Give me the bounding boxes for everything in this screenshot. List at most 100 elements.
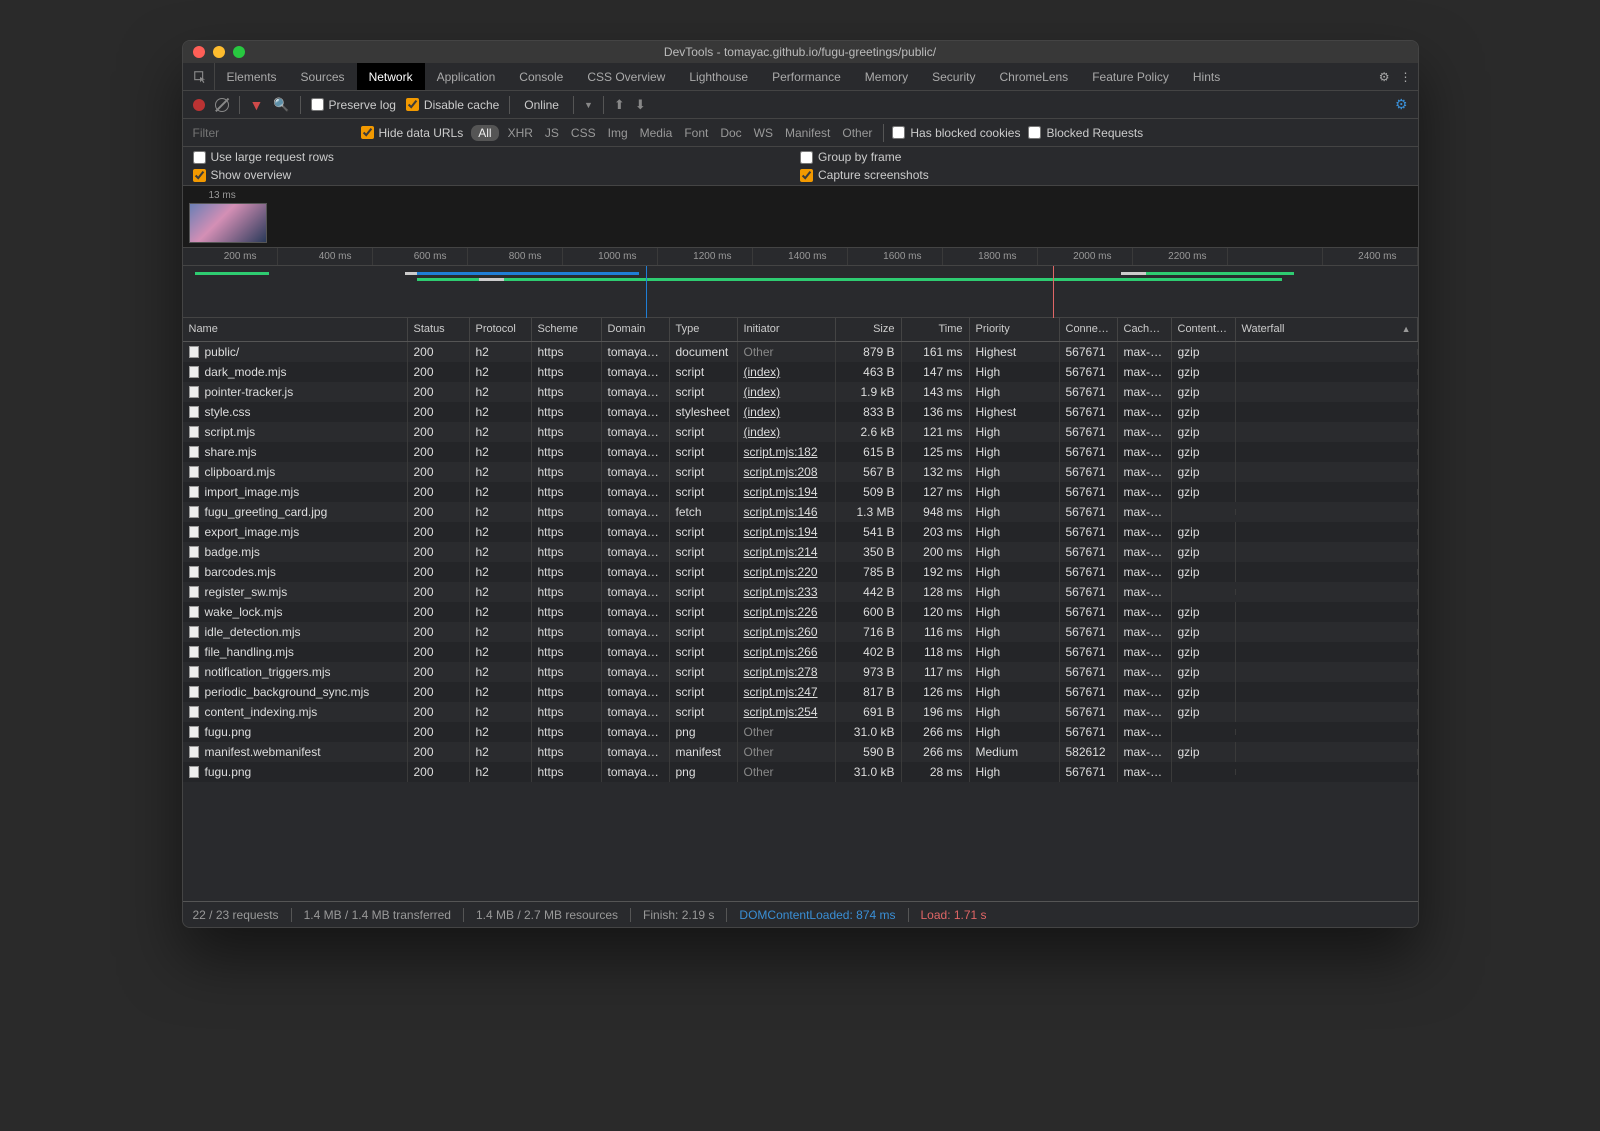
initiator-link[interactable]: script.mjs:254: [744, 705, 818, 719]
filter-type-other[interactable]: Other: [839, 125, 875, 141]
table-header[interactable]: Name Status Protocol Scheme Domain Type …: [183, 318, 1418, 342]
table-row[interactable]: fugu.png200h2httpstomayac…pngOther31.0 k…: [183, 762, 1418, 782]
filter-type-media[interactable]: Media: [637, 125, 676, 141]
screenshot-strip: 13 ms: [183, 186, 1418, 248]
table-row[interactable]: public/200h2httpstomayac…documentOther87…: [183, 342, 1418, 362]
initiator-link[interactable]: (index): [744, 405, 781, 419]
table-row[interactable]: style.css200h2httpstomayac…stylesheet(in…: [183, 402, 1418, 422]
initiator-link[interactable]: script.mjs:278: [744, 665, 818, 679]
record-button[interactable]: [193, 99, 205, 111]
filter-type-ws[interactable]: WS: [751, 125, 776, 141]
screenshot-thumbnail[interactable]: [189, 203, 267, 243]
tab-sources[interactable]: Sources: [289, 63, 357, 90]
table-row[interactable]: file_handling.mjs200h2httpstomayac…scrip…: [183, 642, 1418, 662]
filter-type-xhr[interactable]: XHR: [505, 125, 536, 141]
tab-security[interactable]: Security: [920, 63, 987, 90]
table-row[interactable]: fugu.png200h2httpstomayac…pngOther31.0 k…: [183, 722, 1418, 742]
filter-type-font[interactable]: Font: [681, 125, 711, 141]
network-settings-icon[interactable]: ⚙: [1395, 96, 1408, 113]
tab-elements[interactable]: Elements: [215, 63, 289, 90]
settings-icon[interactable]: ⚙: [1379, 70, 1390, 84]
table-row[interactable]: badge.mjs200h2httpstomayac…scriptscript.…: [183, 542, 1418, 562]
table-row[interactable]: manifest.webmanifest200h2httpstomayac…ma…: [183, 742, 1418, 762]
inspect-element-icon[interactable]: [187, 63, 215, 90]
filter-type-js[interactable]: JS: [542, 125, 562, 141]
blocked-requests-checkbox[interactable]: Blocked Requests: [1028, 126, 1143, 140]
initiator-link[interactable]: script.mjs:266: [744, 645, 818, 659]
filter-type-css[interactable]: CSS: [568, 125, 599, 141]
initiator-link[interactable]: script.mjs:220: [744, 565, 818, 579]
table-row[interactable]: script.mjs200h2httpstomayac…script(index…: [183, 422, 1418, 442]
initiator-link[interactable]: (index): [744, 385, 781, 399]
tab-application[interactable]: Application: [425, 63, 508, 90]
initiator-link[interactable]: script.mjs:194: [744, 525, 818, 539]
search-icon[interactable]: 🔍: [273, 97, 289, 113]
col-protocol: Protocol: [470, 318, 532, 341]
throttling-caret-icon[interactable]: ▼: [584, 100, 593, 110]
initiator-link[interactable]: script.mjs:182: [744, 445, 818, 459]
initiator-link[interactable]: script.mjs:247: [744, 685, 818, 699]
initiator-link[interactable]: script.mjs:214: [744, 545, 818, 559]
has-blocked-cookies-checkbox[interactable]: Has blocked cookies: [892, 126, 1020, 140]
filter-type-img[interactable]: Img: [605, 125, 631, 141]
file-icon: [189, 346, 199, 358]
filter-bar: Hide data URLs All XHR JS CSS Img Media Font Do…: [183, 119, 1418, 147]
tab-performance[interactable]: Performance: [760, 63, 853, 90]
timeline-tick: 2000 ms: [1038, 248, 1133, 265]
filter-type-manifest[interactable]: Manifest: [782, 125, 833, 141]
initiator-link[interactable]: script.mjs:260: [744, 625, 818, 639]
initiator-link[interactable]: script.mjs:194: [744, 485, 818, 499]
sort-ascending-icon: ▲: [1402, 324, 1411, 334]
initiator-link[interactable]: script.mjs:233: [744, 585, 818, 599]
table-row[interactable]: export_image.mjs200h2httpstomayac…script…: [183, 522, 1418, 542]
filter-icon[interactable]: ▼: [250, 97, 264, 113]
tab-console[interactable]: Console: [507, 63, 575, 90]
group-by-frame-checkbox[interactable]: Group by frame: [800, 150, 1408, 164]
filter-type-all[interactable]: All: [471, 125, 498, 141]
clear-icon[interactable]: [215, 98, 229, 112]
show-overview-checkbox[interactable]: Show overview: [193, 168, 801, 182]
table-row[interactable]: pointer-tracker.js200h2httpstomayac…scri…: [183, 382, 1418, 402]
filter-type-doc[interactable]: Doc: [717, 125, 744, 141]
timeline-tick: 1600 ms: [848, 248, 943, 265]
initiator-link[interactable]: (index): [744, 365, 781, 379]
file-icon: [189, 706, 199, 718]
status-transferred: 1.4 MB / 1.4 MB transferred: [292, 908, 464, 922]
initiator-link[interactable]: script.mjs:226: [744, 605, 818, 619]
disable-cache-checkbox[interactable]: Disable cache: [406, 98, 499, 112]
preserve-log-checkbox[interactable]: Preserve log: [311, 98, 396, 112]
hide-data-urls-checkbox[interactable]: Hide data URLs: [361, 126, 464, 140]
initiator-link[interactable]: script.mjs:208: [744, 465, 818, 479]
table-row[interactable]: barcodes.mjs200h2httpstomayac…scriptscri…: [183, 562, 1418, 582]
throttling-select[interactable]: Online: [520, 98, 563, 112]
initiator-link[interactable]: script.mjs:146: [744, 505, 818, 519]
table-row[interactable]: clipboard.mjs200h2httpstomayac…scriptscr…: [183, 462, 1418, 482]
table-row[interactable]: notification_triggers.mjs200h2httpstomay…: [183, 662, 1418, 682]
table-row[interactable]: periodic_background_sync.mjs200h2httpsto…: [183, 682, 1418, 702]
table-row[interactable]: register_sw.mjs200h2httpstomayac…scripts…: [183, 582, 1418, 602]
download-har-icon[interactable]: ⬇: [635, 97, 646, 113]
more-icon[interactable]: ⋮: [1400, 70, 1412, 84]
filter-input[interactable]: [193, 126, 353, 140]
col-type: Type: [670, 318, 738, 341]
table-row[interactable]: share.mjs200h2httpstomayac…scriptscript.…: [183, 442, 1418, 462]
upload-har-icon[interactable]: ⬆: [614, 97, 625, 113]
table-row[interactable]: fugu_greeting_card.jpg200h2httpstomayac……: [183, 502, 1418, 522]
table-row[interactable]: wake_lock.mjs200h2httpstomayac…scriptscr…: [183, 602, 1418, 622]
file-icon: [189, 606, 199, 618]
table-row[interactable]: dark_mode.mjs200h2httpstomayac…script(in…: [183, 362, 1418, 382]
tab-hints[interactable]: Hints: [1181, 63, 1232, 90]
capture-screenshots-checkbox[interactable]: Capture screenshots: [800, 168, 1408, 182]
table-row[interactable]: idle_detection.mjs200h2httpstomayac…scri…: [183, 622, 1418, 642]
initiator-link[interactable]: (index): [744, 425, 781, 439]
tab-chromelens[interactable]: ChromeLens: [987, 63, 1080, 90]
tab-lighthouse[interactable]: Lighthouse: [677, 63, 760, 90]
tab-network[interactable]: Network: [357, 63, 425, 90]
tab-memory[interactable]: Memory: [853, 63, 920, 90]
timeline-overview[interactable]: 200 ms400 ms600 ms800 ms1000 ms1200 ms14…: [183, 248, 1418, 318]
tab-css-overview[interactable]: CSS Overview: [575, 63, 677, 90]
use-large-rows-checkbox[interactable]: Use large request rows: [193, 150, 801, 164]
tab-feature-policy[interactable]: Feature Policy: [1080, 63, 1181, 90]
table-row[interactable]: content_indexing.mjs200h2httpstomayac…sc…: [183, 702, 1418, 722]
table-row[interactable]: import_image.mjs200h2httpstomayac…script…: [183, 482, 1418, 502]
